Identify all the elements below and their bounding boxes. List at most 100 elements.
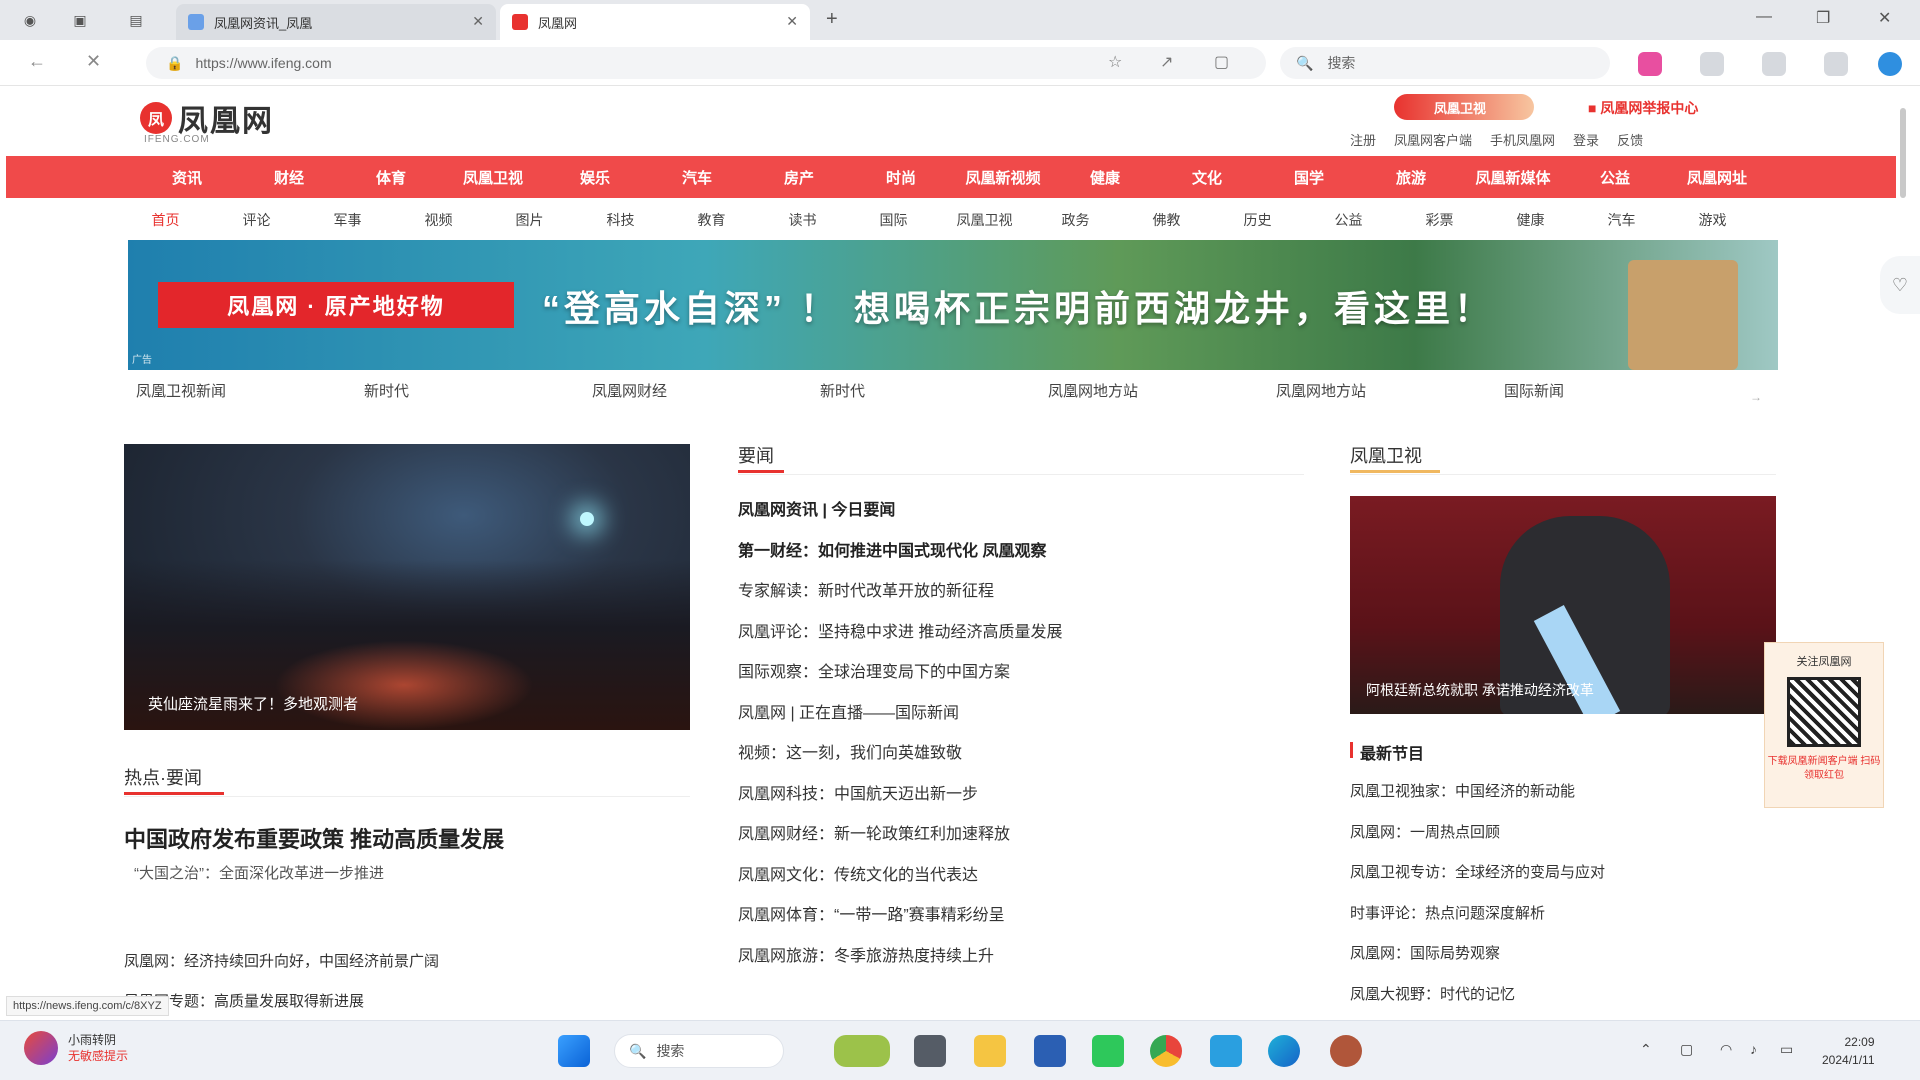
battery-icon[interactable]: ▭	[1780, 1041, 1793, 1058]
nav-item[interactable]: 娱乐	[544, 167, 646, 188]
right-section-title[interactable]: 凤凰卫视	[1350, 442, 1440, 473]
subnav-item[interactable]: 读书	[757, 210, 848, 230]
favorite-icon[interactable]: ☆	[1108, 52, 1122, 72]
subnav-item[interactable]: 首页	[120, 210, 211, 230]
nav-item[interactable]: 财经	[238, 167, 340, 188]
subnav-item[interactable]: 图片	[484, 210, 575, 230]
news-link[interactable]: 凤凰大视野：时代的记忆	[1350, 979, 1605, 1020]
subnav-item[interactable]: 公益	[1303, 210, 1394, 230]
tab-actions-icon[interactable]: ▤	[124, 8, 148, 32]
quick-link[interactable]: 新时代	[364, 380, 592, 401]
settings-gear-icon[interactable]	[1700, 52, 1724, 76]
widgets-icon[interactable]	[834, 1035, 890, 1067]
news-link[interactable]: 第一财经：如何推进中国式现代化 凤凰观察	[738, 537, 1062, 578]
app-store-icon[interactable]	[1034, 1035, 1066, 1067]
nav-item[interactable]: 国学	[1258, 167, 1360, 188]
tab-close-icon[interactable]: ✕	[786, 13, 798, 30]
maximize-icon[interactable]: ❐	[1816, 8, 1830, 28]
news-link[interactable]: 凤凰卫视独家：中国经济的新动能	[1350, 776, 1605, 817]
quick-link[interactable]: 凤凰卫视新闻	[136, 380, 364, 401]
tab-close-icon[interactable]: ✕	[472, 13, 484, 30]
news-link[interactable]: 凤凰网专题：高质量发展取得新进展	[124, 982, 439, 1022]
nav-item[interactable]: 凤凰卫视	[442, 167, 544, 188]
subnav-item[interactable]: 凤凰卫视	[939, 210, 1030, 230]
news-link[interactable]: 凤凰网财经：新一轮政策红利加速释放	[738, 820, 1062, 861]
site-logo[interactable]: 凤 凤凰网 IFENG.COM	[140, 96, 274, 145]
news-link[interactable]: 凤凰评论：坚持稳中求进 推动经济高质量发展	[738, 618, 1062, 659]
report-center-link[interactable]: ■ 凤凰网举报中心	[1588, 98, 1698, 118]
news-link[interactable]: 凤凰网 | 正在直播——国际新闻	[738, 699, 1062, 740]
subnav-item[interactable]: 评论	[211, 210, 302, 230]
news-link[interactable]: 专家解读：新时代改革开放的新征程	[738, 577, 1062, 618]
share-icon[interactable]: ↗	[1160, 52, 1173, 72]
mid-section-title[interactable]: 要闻	[738, 442, 784, 473]
nav-item[interactable]: 汽车	[646, 167, 748, 188]
subnav-item[interactable]: 健康	[1485, 210, 1576, 230]
weather-widget[interactable]: 小雨转阴 无敏感提示	[24, 1031, 128, 1065]
nav-item[interactable]: 公益	[1564, 167, 1666, 188]
quick-link[interactable]: 凤凰网地方站	[1276, 380, 1504, 401]
tab-ifeng-home[interactable]: 凤凰网 ✕	[500, 4, 810, 40]
header-link[interactable]: 注册	[1350, 130, 1376, 149]
quick-link[interactable]: 凤凰网地方站	[1048, 380, 1276, 401]
volume-icon[interactable]: ♪	[1750, 1041, 1757, 1057]
header-link[interactable]: 手机凤凰网	[1490, 130, 1555, 149]
taskbar-search[interactable]: 🔍 搜索	[614, 1034, 784, 1068]
subnav-item[interactable]: 视频	[393, 210, 484, 230]
nav-item[interactable]: 文化	[1156, 167, 1258, 188]
lead-headline[interactable]: 中国政府发布重要政策 推动高质量发展	[124, 822, 504, 854]
left-section-title[interactable]: 热点·要闻	[124, 764, 224, 795]
new-tab-icon[interactable]: +	[826, 8, 838, 31]
subnav-item[interactable]: 游戏	[1667, 210, 1758, 230]
url-bar[interactable]: 🔒 https://www.ifeng.com	[146, 47, 1266, 79]
browser-search-box[interactable]: 🔍 搜索	[1280, 47, 1610, 79]
extension-icon[interactable]	[1638, 52, 1662, 76]
nav-item[interactable]: 健康	[1054, 167, 1156, 188]
nav-item[interactable]: 时尚	[850, 167, 952, 188]
header-link[interactable]: 登录	[1573, 130, 1599, 149]
news-link[interactable]: 凤凰网文化：传统文化的当代表达	[738, 861, 1062, 902]
news-link[interactable]: 凤凰网科技：中国航天迈出新一步	[738, 780, 1062, 821]
game-app-icon[interactable]	[1330, 1035, 1362, 1067]
tab-news-ifeng[interactable]: 凤凰网资讯_凤凰 ✕	[176, 4, 496, 40]
nav-item[interactable]: 房产	[748, 167, 850, 188]
minimize-icon[interactable]: —	[1756, 8, 1772, 26]
news-link[interactable]: 时事评论：热点问题深度解析	[1350, 898, 1605, 939]
nav-item[interactable]: 凤凰新视频	[952, 167, 1054, 188]
chevron-right-icon[interactable]: →	[1750, 390, 1762, 404]
subnav-item[interactable]: 教育	[666, 210, 757, 230]
news-link[interactable]: 凤凰网资讯 | 今日要闻	[738, 496, 1062, 537]
subnav-item[interactable]: 历史	[1212, 210, 1303, 230]
right-feature-image[interactable]: 阿根廷新总统就职 承诺推动经济改革	[1350, 496, 1776, 714]
news-link[interactable]: 凤凰卫视专访：全球经济的变局与应对	[1350, 857, 1605, 898]
close-window-icon[interactable]: ✕	[1878, 8, 1891, 28]
chevron-up-icon[interactable]: ⌃	[1640, 1041, 1652, 1058]
system-clock[interactable]: 22:09 2024/1/11	[1822, 1033, 1875, 1069]
subnav-item[interactable]: 政务	[1030, 210, 1121, 230]
nav-item[interactable]: 凤凰新媒体	[1462, 167, 1564, 188]
news-link[interactable]: 凤凰网旅游：冬季旅游热度持续上升	[738, 942, 1062, 983]
banner-ad[interactable]: 凤凰网 · 原产地好物 “登高水自深” ！ 想喝杯正宗明前西湖龙井，看这里！ 广…	[128, 240, 1778, 370]
file-explorer-icon[interactable]	[974, 1035, 1006, 1067]
news-link[interactable]: 凤凰网：国际局势观察	[1350, 938, 1605, 979]
quick-link[interactable]: 国际新闻	[1504, 380, 1732, 401]
subnav-item[interactable]: 彩票	[1394, 210, 1485, 230]
header-link[interactable]: 反馈	[1617, 130, 1643, 149]
qr-code-widget[interactable]: 关注凤凰网 下载凤凰新闻客户端 扫码领取红包	[1764, 642, 1884, 808]
nav-item[interactable]: 资讯	[136, 167, 238, 188]
notification-icon[interactable]	[1824, 52, 1848, 76]
subnav-item[interactable]: 军事	[302, 210, 393, 230]
page-scrollbar[interactable]	[1898, 96, 1906, 1016]
downloads-icon[interactable]	[1762, 52, 1786, 76]
news-link[interactable]: 凤凰网：一周热点回顾	[1350, 817, 1605, 858]
quick-link[interactable]: 凤凰网财经	[592, 380, 820, 401]
subnav-item[interactable]: 佛教	[1121, 210, 1212, 230]
wechat-icon[interactable]	[1092, 1035, 1124, 1067]
wifi-icon[interactable]: ◠	[1720, 1041, 1732, 1058]
nav-item[interactable]: 体育	[340, 167, 442, 188]
stop-icon[interactable]: ✕	[86, 51, 101, 72]
nav-item[interactable]: 凤凰网址	[1666, 167, 1768, 188]
quick-link[interactable]: 新时代	[820, 380, 1048, 401]
news-link[interactable]: 凤凰网：经济持续回升向好，中国经济前景广阔	[124, 942, 439, 982]
workspaces-icon[interactable]: ▣	[68, 8, 92, 32]
